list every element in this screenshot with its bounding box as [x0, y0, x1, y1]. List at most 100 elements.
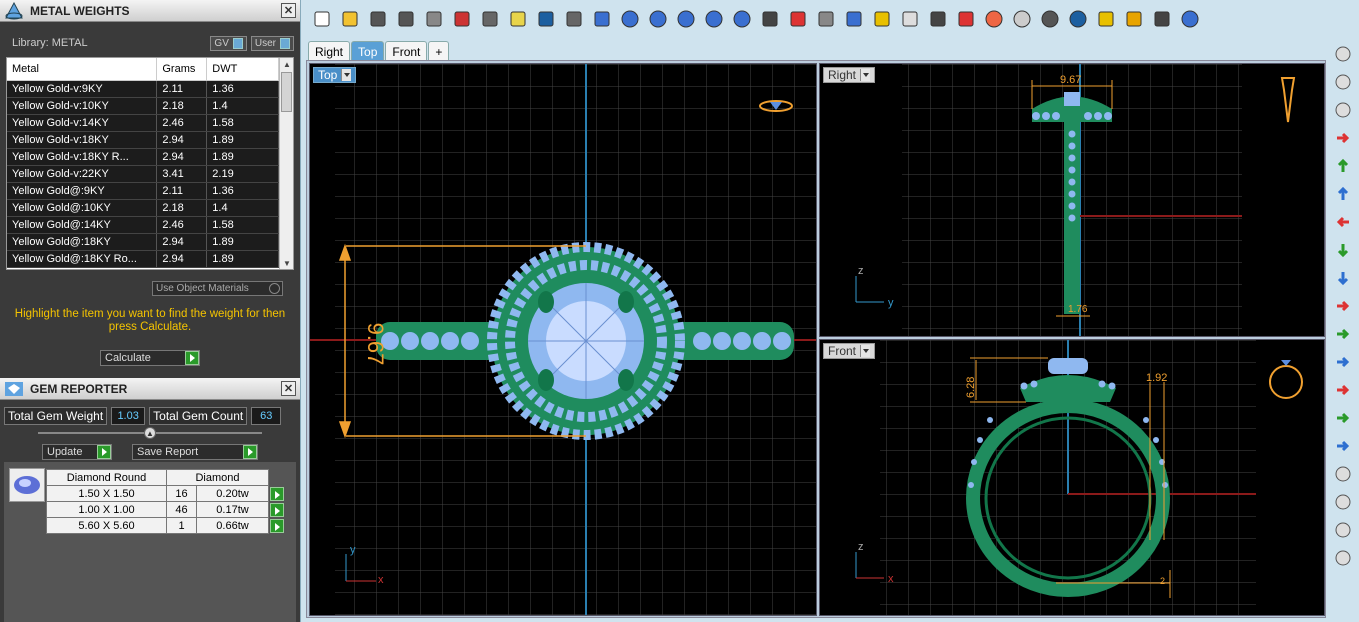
light-button[interactable]	[896, 6, 923, 33]
car-button[interactable]	[784, 6, 811, 33]
plane-button[interactable]	[812, 6, 839, 33]
table-row[interactable]: Yellow Gold-v:14KY 2.46 1.58	[7, 114, 279, 132]
color-wheel-button[interactable]	[980, 6, 1007, 33]
render-ball-blue-button[interactable]	[1064, 6, 1091, 33]
cell-grams: 2.11	[156, 182, 208, 200]
scroll-thumb[interactable]	[281, 72, 292, 112]
render-ball-button[interactable]	[1008, 6, 1035, 33]
arrows-horizontal-red-button[interactable]	[1330, 292, 1356, 320]
arrows-in-red-button[interactable]	[1330, 376, 1356, 404]
eraser-button[interactable]	[1330, 544, 1356, 572]
help-button[interactable]	[1176, 6, 1203, 33]
table-row[interactable]: Yellow Gold-v:22KY 3.41 2.19	[7, 165, 279, 183]
gem-cell-count: 1	[166, 517, 197, 534]
curve-button[interactable]	[1330, 460, 1356, 488]
arrow-up-blue-button[interactable]	[1330, 180, 1356, 208]
line-button[interactable]	[1330, 488, 1356, 516]
scroll-down-icon[interactable]: ▼	[280, 257, 293, 269]
table-row[interactable]: Yellow Gold@:18KY 2.94 1.89	[7, 233, 279, 251]
undo-button[interactable]	[532, 6, 559, 33]
table-row[interactable]: Yellow Gold-v:18KY R... 2.94 1.89	[7, 148, 279, 166]
right-viewport[interactable]: 9.67 1.76 z y Right	[819, 63, 1325, 337]
gem-row[interactable]: 5.60 X 5.60 1 0.66tw	[46, 517, 285, 534]
paste-special-button[interactable]	[420, 6, 447, 33]
use-object-materials-checkbox[interactable]: Use Object Materials	[152, 281, 283, 296]
front-viewport-label[interactable]: Front	[823, 343, 876, 359]
collapse-icon[interactable]: ▲	[144, 427, 156, 439]
scroll-up-icon[interactable]: ▲	[280, 58, 293, 70]
metal-weights-scrollbar[interactable]: ▲ ▼	[279, 58, 293, 269]
zoom-in-button[interactable]	[616, 6, 643, 33]
gv-toggle[interactable]: GV	[210, 35, 247, 51]
measure-button[interactable]	[1148, 6, 1175, 33]
arrow-left-red-button[interactable]	[1330, 208, 1356, 236]
right-viewport-label[interactable]: Right	[823, 67, 876, 83]
bulb-button[interactable]	[1330, 68, 1356, 96]
arrow-down-green-button[interactable]	[1330, 236, 1356, 264]
tab-top[interactable]: Top	[351, 41, 385, 61]
open-button[interactable]	[336, 6, 363, 33]
rotate-icon	[594, 11, 609, 27]
metal-weights-table-container[interactable]: Metal Grams DWT Yellow Gold-v:9KY 2.11 1.3…	[6, 57, 294, 270]
zoom-dynamic-button[interactable]	[728, 6, 755, 33]
save-button[interactable]	[364, 6, 391, 33]
arrow-right-red-button[interactable]	[1330, 124, 1356, 152]
front-viewport[interactable]: 6.28 1.92 2 z x Front	[819, 339, 1325, 616]
orbit-button[interactable]	[1330, 40, 1356, 68]
arrows-vertical-green-button[interactable]	[1330, 320, 1356, 348]
rotate-button[interactable]	[588, 6, 615, 33]
four-views-button[interactable]	[756, 6, 783, 33]
calculate-button[interactable]: Calculate	[100, 350, 200, 366]
paste-button[interactable]	[504, 6, 531, 33]
table-row[interactable]: Yellow Gold@:18KY Ro... 2.94 1.89	[7, 250, 279, 268]
top-viewport[interactable]: 9.67 y x Top	[309, 63, 817, 616]
new-button[interactable]	[308, 6, 335, 33]
table-row[interactable]: Yellow Gold-v:18KY 2.94 1.89	[7, 131, 279, 149]
table-row[interactable]: Yellow Gold-v:9KY 2.11 1.36	[7, 80, 279, 98]
zoom-extents-button[interactable]	[672, 6, 699, 33]
update-button[interactable]: Update	[42, 444, 112, 460]
close-icon[interactable]: ✕	[281, 3, 296, 18]
wand-button[interactable]	[1092, 6, 1119, 33]
zoom-selected-button[interactable]	[700, 6, 727, 33]
user-toggle[interactable]: User	[250, 35, 294, 51]
arrow-up-green-button[interactable]	[1330, 152, 1356, 180]
table-row[interactable]: Yellow Gold@:9KY 2.11 1.36	[7, 182, 279, 200]
column-header-metal[interactable]: Metal	[7, 58, 158, 81]
arrows-vertical-blue-button[interactable]	[1330, 348, 1356, 376]
top-viewport-label[interactable]: Top	[313, 67, 357, 83]
column-header-grams[interactable]: Grams	[156, 58, 208, 81]
gem-row[interactable]: 1.00 X 1.00 46 0.17tw	[46, 501, 285, 518]
copy-button[interactable]	[476, 6, 503, 33]
sphere-button[interactable]	[1330, 96, 1356, 124]
table-row[interactable]: Yellow Gold-v:10KY 2.18 1.4	[7, 97, 279, 115]
grid-points-button[interactable]	[868, 6, 895, 33]
settings-gear-button[interactable]	[1120, 6, 1147, 33]
render-ball-dark-icon	[1041, 10, 1058, 28]
arrows-in-green-button[interactable]	[1330, 404, 1356, 432]
snap-button[interactable]	[840, 6, 867, 33]
print-button[interactable]	[392, 6, 419, 33]
arrows-in-blue-button[interactable]	[1330, 432, 1356, 460]
tab-right[interactable]: Right	[308, 41, 351, 61]
gem-row-go-button[interactable]	[269, 518, 285, 534]
cut-button[interactable]	[448, 6, 475, 33]
zoom-window-button[interactable]	[644, 6, 671, 33]
layers-button[interactable]	[952, 6, 979, 33]
line-diagonal-button[interactable]	[1330, 516, 1356, 544]
pan-button[interactable]	[560, 6, 587, 33]
table-row[interactable]: Yellow Gold@:14KY 2.46 1.58	[7, 216, 279, 234]
lock-button[interactable]	[924, 6, 951, 33]
tab-front[interactable]: Front	[385, 41, 428, 61]
table-row[interactable]: Yellow Gold@:10KY 2.18 1.4	[7, 199, 279, 217]
gem-row[interactable]: 1.50 X 1.50 16 0.20tw	[46, 485, 285, 502]
add-tab-button[interactable]: +	[428, 41, 450, 61]
save-report-button[interactable]: Save Report	[132, 444, 258, 460]
diamond-thumbnail[interactable]	[9, 468, 45, 502]
render-ball-dark-button[interactable]	[1036, 6, 1063, 33]
gem-row-go-button[interactable]	[269, 502, 285, 518]
column-header-dwt[interactable]: DWT	[206, 58, 279, 81]
arrow-down-blue-button[interactable]	[1330, 264, 1356, 292]
gem-row-go-button[interactable]	[269, 486, 285, 502]
close-icon[interactable]: ✕	[281, 381, 296, 396]
